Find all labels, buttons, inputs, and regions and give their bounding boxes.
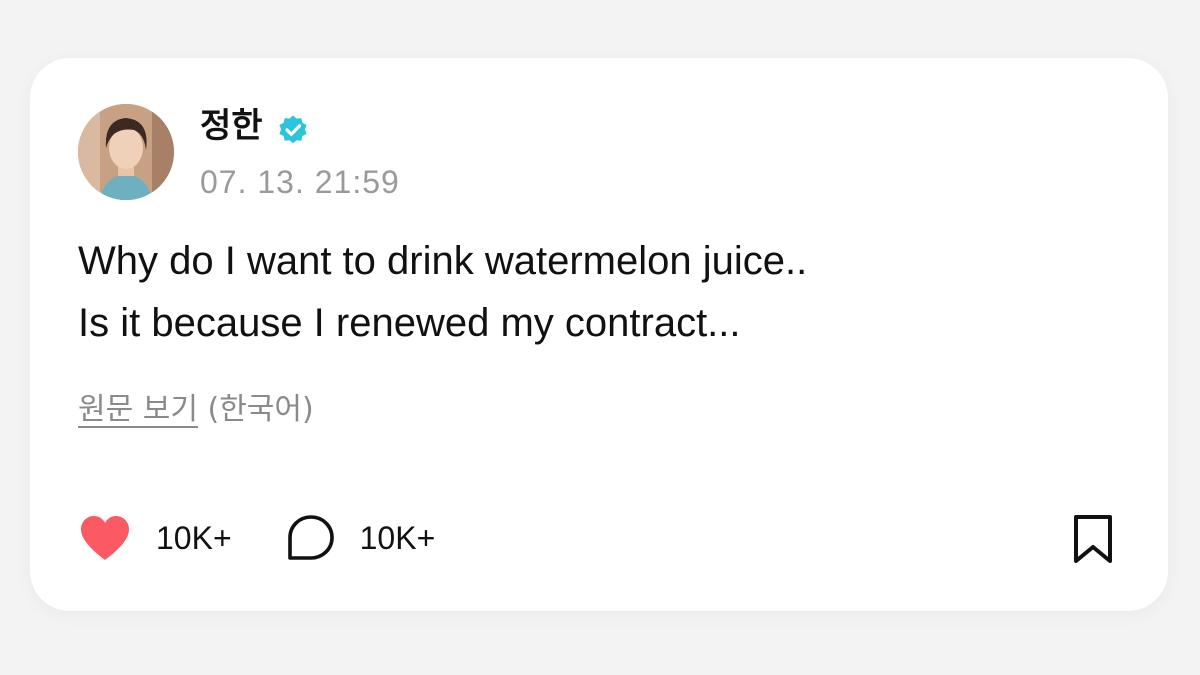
post-timestamp: 07. 13. 21:59: [200, 164, 400, 200]
like-count: 10K+: [156, 519, 232, 556]
like-button[interactable]: 10K+: [78, 514, 232, 562]
post-text: Why do I want to drink watermelon juice.…: [78, 230, 807, 354]
view-original-link[interactable]: 원문 보기: [78, 392, 198, 427]
heart-icon: [81, 516, 129, 560]
comment-button[interactable]: 10K+: [286, 513, 436, 563]
author-name[interactable]: 정한: [200, 106, 263, 146]
bookmark-icon[interactable]: [1068, 513, 1118, 565]
post-actions: 10K+ 10K+: [78, 508, 435, 568]
avatar-image: [78, 104, 174, 200]
translation-row: 원문 보기 (한국어): [78, 390, 314, 430]
original-language-label: (한국어): [207, 392, 314, 427]
comment-count: 10K+: [359, 519, 436, 556]
comment-bubble-icon: [287, 515, 334, 560]
post-card: 정한 07. 13. 21:59 Why do I want to drink …: [30, 58, 1168, 611]
avatar[interactable]: [78, 104, 174, 200]
post-text-line: Is it because I renewed my contract...: [78, 301, 741, 345]
verified-badge-icon: [279, 115, 307, 144]
post-text-line: Why do I want to drink watermelon juice.…: [78, 239, 808, 283]
